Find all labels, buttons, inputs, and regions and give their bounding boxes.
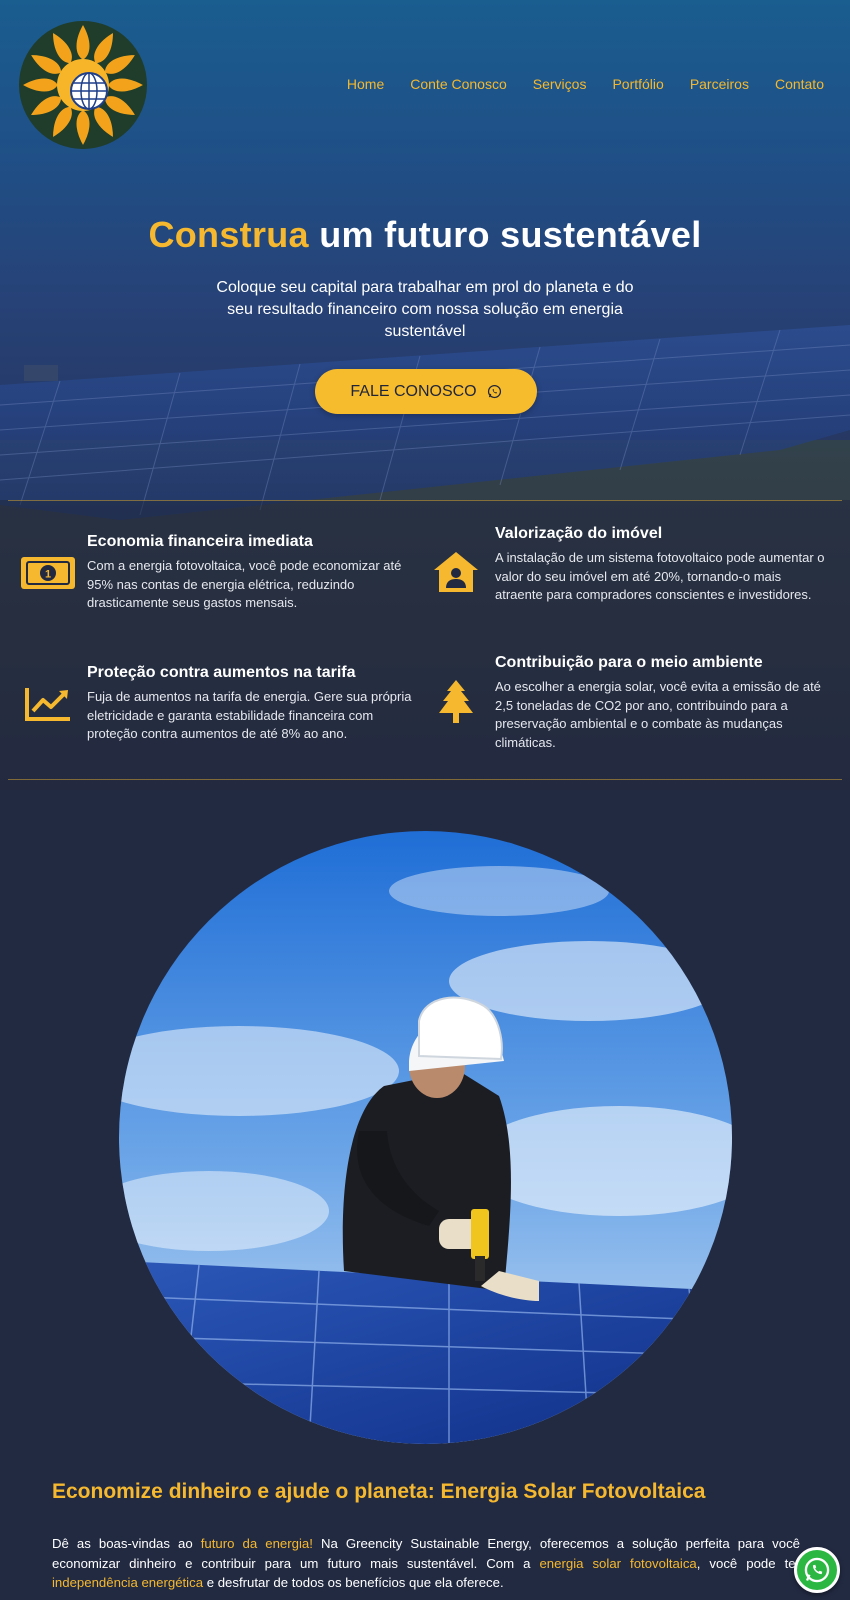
- link-futuro-energia: futuro da energia!: [200, 1536, 313, 1551]
- divider-top: [8, 500, 842, 501]
- feature-economia-title: Economia financeira imediata: [87, 533, 313, 550]
- feature-meio-ambiente-text: Ao escolher a energia solar, você evita …: [495, 679, 821, 750]
- hero-title-accent: Construa: [148, 214, 309, 255]
- whatsapp-float-button[interactable]: [794, 1547, 840, 1593]
- feature-valorizacao-title: Valorização do imóvel: [495, 525, 663, 542]
- feature-valorizacao: Valorização do imóvel A instalação de um…: [495, 525, 830, 605]
- link-energia-solar: energia solar fotovoltaica: [539, 1555, 697, 1571]
- worker-installing-solar-panel-image: [119, 831, 732, 1444]
- house-user-icon: [434, 552, 478, 592]
- hero-section: Home Conte Conosco Serviços Portfólio Pa…: [0, 0, 850, 790]
- hero-title-rest: um futuro sustentável: [319, 214, 702, 255]
- fale-conosco-label: FALE CONOSCO: [350, 382, 477, 400]
- section-text-3: , você pode ter: [696, 1555, 800, 1571]
- nav-parceiros[interactable]: Parceiros: [690, 76, 749, 92]
- feature-protecao: Proteção contra aumentos na tarifa Fuja …: [87, 664, 417, 744]
- nav-conte-conosco[interactable]: Conte Conosco: [410, 76, 507, 92]
- feature-economia: Economia financeira imediata Com a energ…: [87, 533, 417, 613]
- section-text-4: e desfrutar de todos os benefícios que e…: [203, 1575, 504, 1590]
- nav-portfolio[interactable]: Portfólio: [612, 76, 663, 92]
- divider-bottom: [8, 779, 842, 780]
- tree-icon: [439, 680, 473, 723]
- chart-line-icon: [25, 688, 70, 721]
- whatsapp-icon: [487, 384, 501, 399]
- worker-photo: [119, 831, 732, 1444]
- link-independencia: independência energética: [52, 1575, 204, 1590]
- feature-economia-text: Com a energia fotovoltaica, você pode ec…: [87, 558, 402, 610]
- section-paragraph: Dê as boas-vindas ao futuro da energia! …: [52, 1534, 800, 1593]
- nav-contato[interactable]: Contato: [775, 76, 824, 92]
- nav-servicos[interactable]: Serviços: [533, 76, 587, 92]
- whatsapp-icon: [804, 1557, 830, 1583]
- hero-title: Construa um futuro sustentável: [0, 214, 850, 256]
- main-nav: Home Conte Conosco Serviços Portfólio Pa…: [347, 76, 824, 92]
- section-title: Economize dinheiro e ajude o planeta: En…: [52, 1480, 706, 1503]
- nav-home[interactable]: Home: [347, 76, 384, 92]
- section-text-1: Dê as boas-vindas ao: [52, 1536, 201, 1551]
- money-bill-icon: 1: [21, 557, 75, 589]
- feature-protecao-text: Fuja de aumentos na tarifa de energia. G…: [87, 689, 412, 741]
- feature-protecao-title: Proteção contra aumentos na tarifa: [87, 664, 356, 681]
- feature-meio-ambiente-title: Contribuição para o meio ambiente: [495, 654, 763, 671]
- hero-subtitle: Coloque seu capital para trabalhar em pr…: [216, 279, 634, 340]
- feature-valorizacao-text: A instalação de um sistema fotovoltaico …: [495, 550, 825, 602]
- feature-meio-ambiente: Contribuição para o meio ambiente Ao esc…: [495, 654, 830, 752]
- greencity-logo[interactable]: [16, 18, 150, 152]
- fale-conosco-button[interactable]: FALE CONOSCO: [315, 369, 537, 414]
- svg-text:1: 1: [45, 569, 51, 581]
